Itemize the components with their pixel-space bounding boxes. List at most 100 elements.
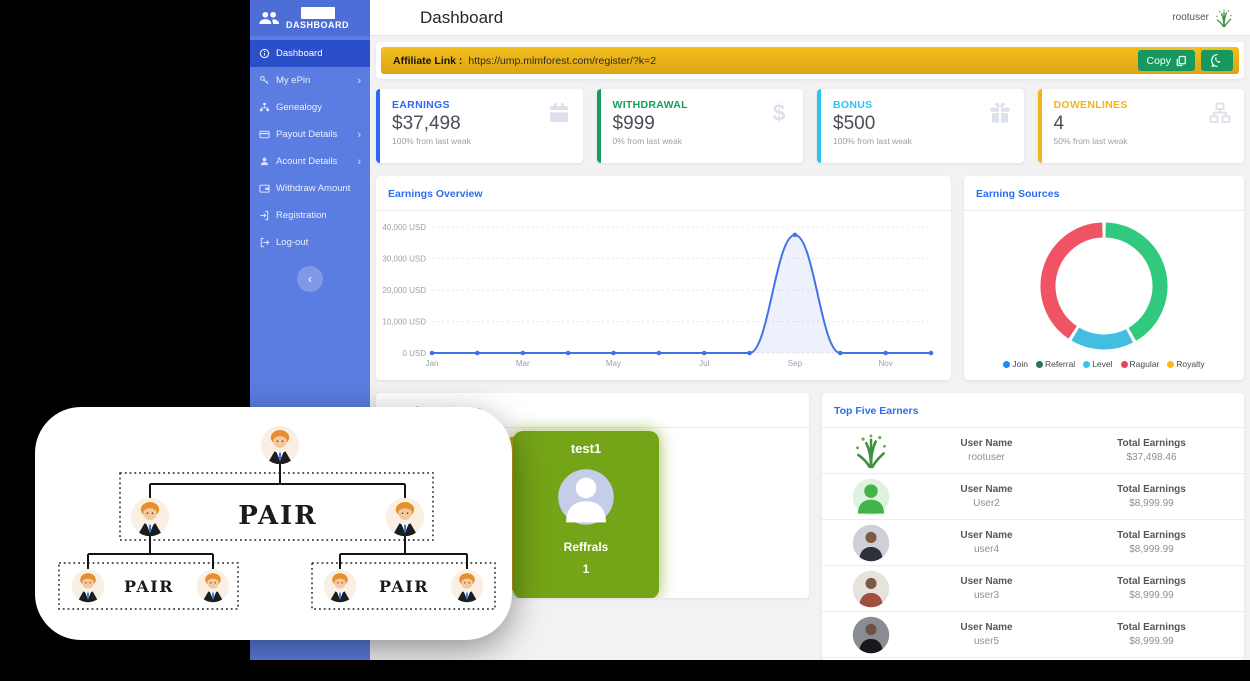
earner-username: user3	[904, 590, 1069, 601]
earner-username: rootuser	[904, 452, 1069, 463]
tree-leaf-avatar[interactable]	[72, 570, 105, 603]
legend-label: Referral	[1045, 359, 1075, 369]
logo-image	[301, 7, 335, 19]
user-icon	[259, 156, 270, 167]
legend-dot	[1003, 361, 1010, 368]
sidebar-item-genealogy[interactable]: Genealogy	[250, 94, 370, 121]
stat-label: BONUS	[833, 99, 1012, 111]
earner-username-header: User Name	[904, 530, 1069, 541]
legend-label: Ragular	[1130, 359, 1160, 369]
legend-item-join[interactable]: Join	[1003, 359, 1028, 369]
sidebar-item-log-out[interactable]: Log-out	[250, 229, 370, 256]
stat-value: 4	[1054, 113, 1233, 135]
earner-username: user4	[904, 544, 1069, 555]
earner-row-User2[interactable]: User NameUser2Total Earnings$8,999.99	[822, 474, 1244, 520]
stat-subtext: 50% from last weak	[1054, 136, 1233, 146]
earners-list: User NamerootuserTotal Earnings$37,498.4…	[822, 428, 1244, 658]
plant-avatar	[852, 432, 890, 470]
earner-row-rootuser[interactable]: User Name rootuserTotal Earnings $37,498.4…	[822, 428, 1244, 474]
legend-item-referral[interactable]: Referral	[1036, 359, 1075, 369]
dollar-icon: $	[767, 101, 791, 125]
earner-row-user5[interactable]: User Nameuser5Total Earnings$8,999.99	[822, 612, 1244, 658]
username-text[interactable]: rootuser	[1172, 12, 1209, 23]
svg-text:Nov: Nov	[879, 359, 893, 368]
earner-username-header: User Name	[904, 484, 1069, 495]
earner-earnings: $8,999.99	[1069, 544, 1234, 555]
tree-left-avatar[interactable]	[131, 498, 169, 537]
sidebar-item-dashboard[interactable]: Dashboard	[250, 40, 370, 67]
legend-dot	[1083, 361, 1090, 368]
legend-dot	[1121, 361, 1128, 368]
svg-text:40,000 USD: 40,000 USD	[382, 223, 426, 232]
sponsor-card[interactable]: test1 Reffrals 1	[513, 431, 659, 598]
earner-earnings-header: Total Earnings	[1069, 438, 1234, 449]
earnings-line-chart[interactable]: 0 USD10,000 USD20,000 USD30,000 USD40,00…	[376, 211, 951, 380]
earner-username-header: User Name	[904, 438, 1069, 449]
svg-text:Sep: Sep	[788, 359, 803, 368]
people-icon	[258, 7, 280, 29]
stat-value: $500	[833, 113, 1012, 135]
earnings-overview-panel: Earnings Overview 0 USD10,000 USD20,000 …	[376, 176, 951, 380]
tree-leaf-avatar[interactable]	[451, 570, 484, 603]
earner-earnings-header: Total Earnings	[1069, 576, 1234, 587]
svg-text:Jul: Jul	[699, 359, 709, 368]
stat-card-earnings: EARNINGS$37,498100% from last weak	[376, 89, 583, 163]
svg-text:10,000 USD: 10,000 USD	[382, 318, 426, 327]
tree-leaf-avatar[interactable]	[324, 570, 357, 603]
sidebar-item-registration[interactable]: Registration	[250, 202, 370, 229]
legend-label: Royalty	[1176, 359, 1204, 369]
copy-button[interactable]: Copy	[1138, 50, 1195, 71]
copy-button-label: Copy	[1146, 55, 1171, 67]
earner-row-user3[interactable]: User Nameuser3Total Earnings$8,999.99	[822, 566, 1244, 612]
legend-item-level[interactable]: Level	[1083, 359, 1112, 369]
tree-root-avatar[interactable]	[261, 426, 299, 465]
svg-text:30,000 USD: 30,000 USD	[382, 255, 426, 264]
sidebar-item-payout-details[interactable]: Payout Details›	[250, 121, 370, 148]
stat-label: WITHDRAWAL	[613, 99, 792, 111]
stat-label: DOWENLINES	[1054, 99, 1233, 111]
affiliate-bar: Affiliate Link : https://ump.mlmforest.c…	[381, 47, 1239, 74]
sidebar-item-acount-details[interactable]: Acount Details›	[250, 148, 370, 175]
earner-earnings: $37,498.46	[1069, 452, 1234, 463]
topbar: Dashboard rootuser	[370, 0, 1250, 36]
svg-text:Mar: Mar	[516, 359, 530, 368]
earner-row-user4[interactable]: User Nameuser4Total Earnings$8,999.99	[822, 520, 1244, 566]
top-earners-panel: Top Five Earners User NamerootuserTotal …	[822, 393, 1244, 660]
chevron-right-icon: ›	[357, 129, 361, 141]
earning-sources-donut[interactable]	[984, 215, 1224, 357]
whatsapp-button[interactable]	[1201, 50, 1233, 71]
earner-earnings: $8,999.99	[1069, 590, 1234, 601]
pair-tree-diagram[interactable]: PAIR PAIR PAIR	[35, 407, 512, 640]
brand-text: DASHBOARD	[286, 20, 349, 30]
chevron-right-icon: ›	[357, 156, 361, 168]
sidebar-item-label: Log-out	[276, 237, 361, 248]
earner-earnings-header: Total Earnings	[1069, 622, 1234, 633]
tree-right-avatar[interactable]	[386, 498, 424, 537]
sidebar-item-withdraw-amount[interactable]: Withdraw Amount	[250, 175, 370, 202]
svg-text:$: $	[773, 101, 786, 125]
sponsor-referrals-label: Reffrals	[564, 540, 609, 554]
sidebar-logo[interactable]: DASHBOARD	[250, 0, 370, 36]
earner-earnings: $8,999.99	[1069, 498, 1234, 509]
signout-icon	[259, 237, 270, 248]
tree-leaf-avatar[interactable]	[197, 570, 230, 603]
pair-label: PAIR	[124, 577, 174, 596]
key-icon	[259, 75, 270, 86]
pair-label: PAIR	[379, 577, 429, 596]
stat-subtext: 0% from last weak	[613, 136, 792, 146]
stat-value: $999	[613, 113, 792, 135]
sitemap-icon	[259, 102, 270, 113]
legend-item-ragular[interactable]: Ragular	[1121, 359, 1160, 369]
affiliate-card: Affiliate Link : https://ump.mlmforest.c…	[376, 42, 1244, 79]
copy-icon	[1175, 55, 1187, 67]
affiliate-url: https://ump.mlmforest.com/register/?k=2	[468, 55, 1132, 67]
earner-username: user5	[904, 636, 1069, 647]
sidebar-collapse-button[interactable]: ‹	[297, 266, 323, 292]
signin-icon	[259, 210, 270, 221]
whatsapp-icon	[1210, 53, 1225, 68]
legend-item-royalty[interactable]: Royalty	[1167, 359, 1204, 369]
sidebar-item-my-epin[interactable]: My ePin›	[250, 67, 370, 94]
user-plant-avatar[interactable]	[1214, 8, 1234, 28]
sidebar-item-label: Withdraw Amount	[276, 183, 361, 194]
legend-dot	[1036, 361, 1043, 368]
